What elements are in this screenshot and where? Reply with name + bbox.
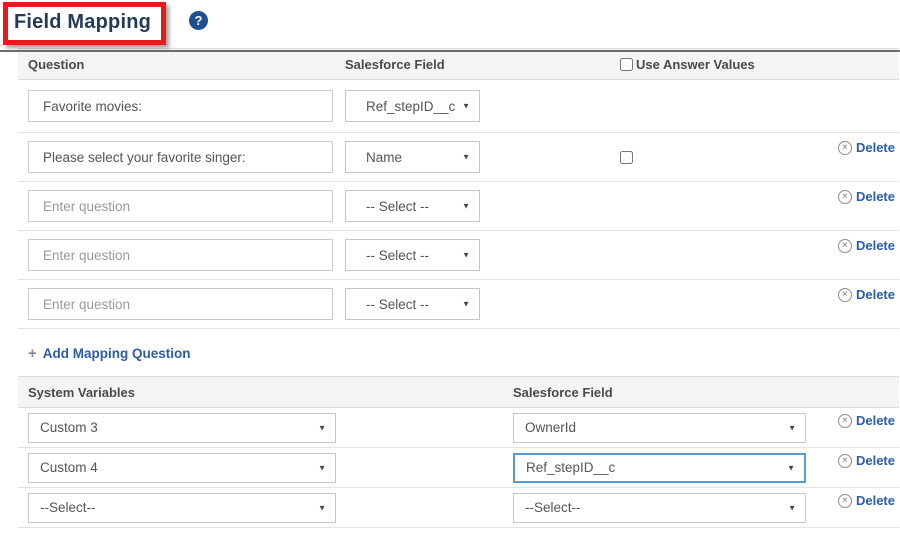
delete-circle-x-icon: × (838, 494, 852, 508)
system-variable-select[interactable]: Custom 3 ▼ (28, 413, 336, 443)
title-row: Field Mapping ? (0, 0, 900, 48)
delete-circle-x-icon: × (838, 414, 852, 428)
selected-variable-value: --Select-- (40, 500, 96, 515)
chevron-down-icon: ▼ (788, 423, 796, 432)
chevron-down-icon: ▼ (462, 202, 470, 211)
delete-label: Delete (856, 287, 895, 302)
delete-label: Delete (856, 189, 895, 204)
column-header-question: Question (18, 57, 345, 72)
question-mapping-table: Question Salesforce Field Use Answer Val… (18, 48, 899, 329)
salesforce-field-select[interactable]: -- Select -- ▼ (345, 190, 480, 222)
delete-row-link[interactable]: × Delete (838, 140, 895, 155)
system-variable-select[interactable]: --Select-- ▼ (28, 493, 336, 523)
question-row: -- Select -- ▼ × Delete (18, 231, 899, 280)
salesforce-field-select-focused[interactable]: Ref_stepID__c ▼ (513, 453, 806, 483)
selected-field-value: Ref_stepID__c (526, 460, 615, 475)
system-table-header: System Variables Salesforce Field (18, 376, 899, 408)
delete-label: Delete (856, 453, 895, 468)
column-header-use-answer-values: Use Answer Values (636, 57, 755, 72)
question-row: -- Select -- ▼ × Delete (18, 280, 899, 329)
chevron-down-icon: ▼ (318, 423, 326, 432)
delete-circle-x-icon: × (838, 454, 852, 468)
use-answer-values-row-checkbox[interactable] (620, 151, 633, 164)
selected-field-value: --Select-- (525, 500, 581, 515)
annotation-highlight-box: Field Mapping (3, 2, 166, 45)
question-input[interactable] (28, 90, 333, 122)
salesforce-field-select[interactable]: -- Select -- ▼ (345, 239, 480, 271)
salesforce-field-select[interactable]: --Select-- ▼ (513, 493, 806, 523)
selected-field-value: OwnerId (525, 420, 576, 435)
delete-row-link[interactable]: × Delete (838, 413, 895, 428)
question-input[interactable] (28, 288, 333, 320)
page-title: Field Mapping (14, 11, 151, 34)
chevron-down-icon: ▼ (318, 463, 326, 472)
delete-label: Delete (856, 140, 895, 155)
use-answer-values-checkbox[interactable] (620, 58, 633, 71)
add-mapping-question-link[interactable]: + Add Mapping Question (28, 345, 900, 362)
chevron-down-icon: ▼ (318, 503, 326, 512)
delete-circle-x-icon: × (838, 141, 852, 155)
title-divider (0, 50, 900, 52)
question-input[interactable] (28, 190, 333, 222)
salesforce-field-select[interactable]: Ref_stepID__c ▼ (345, 90, 480, 122)
chevron-down-icon: ▼ (462, 153, 470, 162)
chevron-down-icon: ▼ (462, 251, 470, 260)
question-input[interactable] (28, 239, 333, 271)
salesforce-field-select[interactable]: -- Select -- ▼ (345, 288, 480, 320)
column-header-salesforce-field: Salesforce Field (345, 57, 620, 72)
question-input[interactable] (28, 141, 333, 173)
selected-field-value: Name (366, 150, 402, 165)
add-mapping-question-label: Add Mapping Question (43, 346, 191, 361)
column-header-salesforce-field: Salesforce Field (513, 385, 899, 400)
chevron-down-icon: ▼ (787, 463, 795, 472)
delete-label: Delete (856, 238, 895, 253)
delete-label: Delete (856, 493, 895, 508)
delete-row-link[interactable]: × Delete (838, 493, 895, 508)
plus-icon: + (28, 345, 37, 362)
selected-field-value: -- Select -- (366, 297, 429, 312)
selected-field-value: Ref_stepID__c (366, 99, 455, 114)
salesforce-field-select[interactable]: OwnerId ▼ (513, 413, 806, 443)
field-mapping-page: Field Mapping ? Question Salesforce Fiel… (0, 0, 900, 548)
system-variable-select[interactable]: Custom 4 ▼ (28, 453, 336, 483)
delete-row-link[interactable]: × Delete (838, 189, 895, 204)
selected-field-value: -- Select -- (366, 248, 429, 263)
question-table-header: Question Salesforce Field Use Answer Val… (18, 48, 899, 80)
delete-circle-x-icon: × (838, 239, 852, 253)
chevron-down-icon: ▼ (462, 300, 470, 309)
delete-row-link[interactable]: × Delete (838, 453, 895, 468)
system-variables-table: System Variables Salesforce Field Custom… (18, 376, 899, 528)
selected-field-value: -- Select -- (366, 199, 429, 214)
system-variable-row: Custom 4 ▼ Ref_stepID__c ▼ × Delete (18, 448, 899, 488)
delete-circle-x-icon: × (838, 190, 852, 204)
column-header-system-variables: System Variables (18, 385, 513, 400)
system-variable-row: --Select-- ▼ --Select-- ▼ × Delete (18, 488, 899, 528)
system-variable-row: Custom 3 ▼ OwnerId ▼ × Delete (18, 408, 899, 448)
chevron-down-icon: ▼ (788, 503, 796, 512)
chevron-down-icon: ▼ (462, 102, 470, 111)
selected-variable-value: Custom 3 (40, 420, 98, 435)
question-row: -- Select -- ▼ × Delete (18, 182, 899, 231)
help-icon[interactable]: ? (189, 11, 208, 30)
salesforce-field-select[interactable]: Name ▼ (345, 141, 480, 173)
delete-row-link[interactable]: × Delete (838, 287, 895, 302)
question-row: Ref_stepID__c ▼ (18, 80, 899, 133)
delete-label: Delete (856, 413, 895, 428)
question-row: Name ▼ × Delete (18, 133, 899, 182)
delete-row-link[interactable]: × Delete (838, 238, 895, 253)
delete-circle-x-icon: × (838, 288, 852, 302)
selected-variable-value: Custom 4 (40, 460, 98, 475)
